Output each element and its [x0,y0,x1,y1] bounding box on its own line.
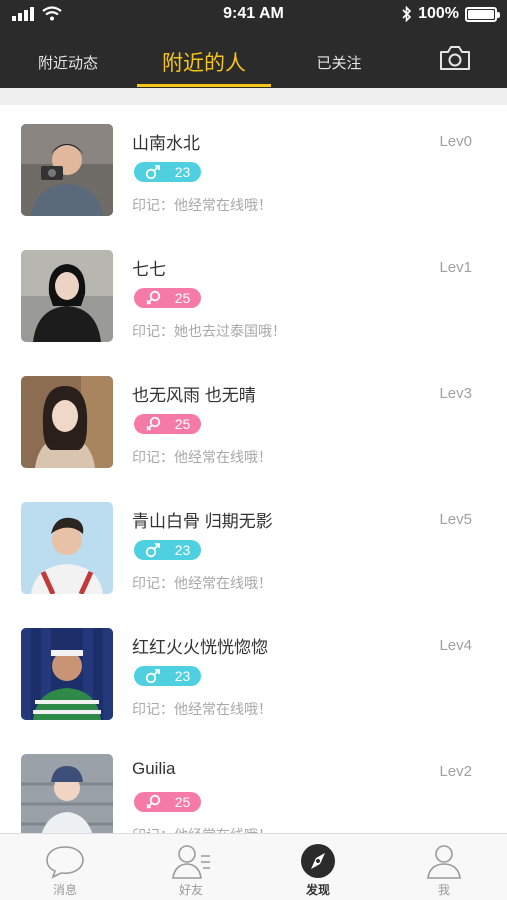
gender-age-badge: 25 [134,414,201,434]
profile-note: 印记：他经常在线哦！ [132,575,272,591]
bluetooth-icon [402,6,412,22]
tab-following[interactable]: 已关注 [295,36,383,88]
level-label: Lev5 [439,511,472,528]
age-value: 23 [174,542,191,558]
avatar[interactable] [21,628,113,720]
age-value: 25 [174,290,191,306]
age-value: 25 [174,416,191,432]
profile-note: 印记：他经常在线哦！ [132,825,272,833]
profile-note: 印记：她也去过泰国哦！ [132,323,286,339]
age-value: 25 [174,794,191,810]
female-icon [146,416,160,431]
status-bar: 9:41 AM 100% [0,0,507,30]
chat-bubble-icon [46,846,84,879]
avatar[interactable] [21,754,113,833]
person-icon [427,845,461,879]
camera-icon[interactable] [438,44,472,72]
nav-me[interactable]: 我 [381,834,507,900]
tab-nearby-moments[interactable]: 附近动态 [18,36,118,88]
female-icon [146,290,160,305]
avatar[interactable] [21,124,113,216]
list-item[interactable]: Guilia Lev2 25 印记：他经常在线哦！ [0,735,507,833]
gender-age-badge: 23 [134,666,201,686]
gender-age-badge: 23 [134,540,201,560]
person-name: Guilia [132,759,176,778]
person-name: 红红火火恍恍惚惚 [132,638,268,657]
list-item[interactable]: 青山白骨 归期无影 Lev5 23 印记：他经常在线哦！ [0,483,507,609]
person-name: 山南水北 [132,134,200,153]
level-label: Lev0 [439,133,472,150]
male-icon [145,669,160,684]
nav-discover[interactable]: 发现 [255,834,381,900]
nav-messages[interactable]: 消息 [2,834,128,900]
friends-icon [172,845,210,879]
age-value: 23 [174,164,191,180]
avatar[interactable] [21,250,113,342]
person-name: 也无风雨 也无晴 [132,386,256,405]
level-label: Lev1 [439,259,472,276]
gender-age-badge: 25 [134,288,201,308]
battery-percent: 100% [418,5,459,22]
avatar[interactable] [21,376,113,468]
compass-icon [301,844,335,878]
gender-age-badge: 25 [134,792,201,812]
tab-bar: 附近动态 附近的人 已关注 [0,36,507,88]
person-name: 七七 [132,260,166,279]
active-tab-indicator [137,84,271,87]
nav-label: 发现 [305,883,330,897]
battery-icon [465,6,500,22]
profile-note: 印记：他经常在线哦！ [132,449,272,465]
list-item[interactable]: 也无风雨 也无晴 Lev3 25 印记：他经常在线哦！ [0,357,507,483]
nav-label: 我 [437,883,450,897]
list-item[interactable]: 七七 Lev1 25 印记：她也去过泰国哦！ [0,231,507,357]
list-item[interactable]: 红红火火恍恍惚惚 Lev4 23 印记：他经常在线哦！ [0,609,507,735]
nav-label: 好友 [178,883,203,897]
male-icon [145,543,160,558]
profile-note: 印记：他经常在线哦！ [132,197,272,213]
person-name: 青山白骨 归期无影 [132,512,273,531]
list-item[interactable]: 山南水北 Lev0 23 印记：他经常在线哦！ [0,105,507,231]
level-label: Lev4 [439,637,472,654]
list-top-spacer [0,88,507,105]
avatar[interactable] [21,502,113,594]
nearby-people-list: 山南水北 Lev0 23 印记：他经常在线哦！ 七七 Lev1 25 印记：她也… [0,105,507,833]
nav-label: 消息 [52,883,77,897]
female-icon [146,794,160,809]
male-icon [145,165,160,180]
top-bar: 9:41 AM 100% 附近动态 附近的人 已关注 [0,0,507,88]
nav-friends[interactable]: 好友 [128,834,254,900]
gender-age-badge: 23 [134,162,201,182]
bottom-navigation: 消息 好友 发现 我 [0,833,507,900]
tab-nearby-people[interactable]: 附近的人 [137,36,271,88]
profile-note: 印记：他经常在线哦！ [132,701,272,717]
level-label: Lev3 [439,385,472,402]
age-value: 23 [174,668,191,684]
level-label: Lev2 [439,763,472,780]
